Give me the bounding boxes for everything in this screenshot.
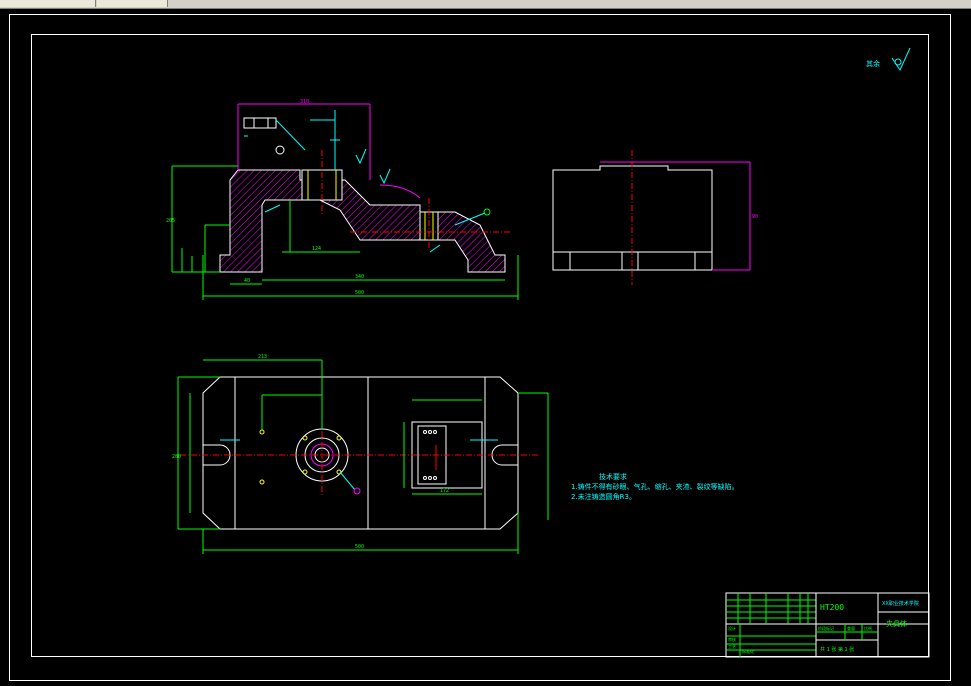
standard-label: 标准化 (742, 648, 754, 654)
front-section-view: 310 205 500 340 40 124 (166, 99, 519, 300)
check-label: 审核 (728, 636, 736, 642)
sheet-info: 共 1 张 第 1 张 (820, 646, 854, 653)
tech-req-title: 技术要求 (599, 473, 627, 481)
dim-front-inner: 340 (355, 274, 364, 280)
side-view: 90 (552, 150, 758, 285)
stage-label: 阶段标记 (818, 625, 834, 631)
roughness-label: 其余 (866, 59, 880, 68)
plan-view: 213 280 500 172 (172, 354, 549, 554)
design-label: 设计 (728, 625, 736, 631)
scale-label: 比例 (864, 625, 872, 631)
technical-requirements: 技术要求 1.铸件不得有砂眼、气孔、缩孔、夹渣、裂纹等缺陷。 2.未注铸造圆角R… (571, 472, 739, 502)
dim-front-top: 310 (300, 99, 309, 105)
dim-side-height: 90 (752, 214, 758, 220)
dim-front-left: 40 (244, 278, 250, 284)
school-name: XX职业技术学院 (882, 600, 919, 607)
dim-plan-height: 280 (172, 454, 181, 460)
process-label: 工艺 (728, 644, 736, 649)
dim-front-mid: 124 (312, 246, 321, 252)
dim-plan-top: 213 (258, 354, 267, 360)
part-name: 夹具体 (886, 619, 907, 628)
dim-front-total: 500 (355, 290, 364, 296)
material-label: HT200 (820, 603, 845, 612)
tech-req-item: 2.未注铸造圆角R3。 (571, 493, 636, 501)
dim-plan-total: 500 (355, 544, 364, 550)
tech-req-item: 1.铸件不得有砂眼、气孔、缩孔、夹渣、裂纹等缺陷。 (571, 483, 739, 491)
weight-label: 重量 (847, 625, 855, 631)
dim-plan-right: 172 (440, 488, 449, 494)
dim-front-height: 205 (166, 218, 175, 224)
cad-drawing-canvas[interactable]: 310 205 500 340 40 124 90 213 280 500 17… (0, 0, 971, 686)
surface-roughness-symbol: 其余 (866, 47, 911, 72)
